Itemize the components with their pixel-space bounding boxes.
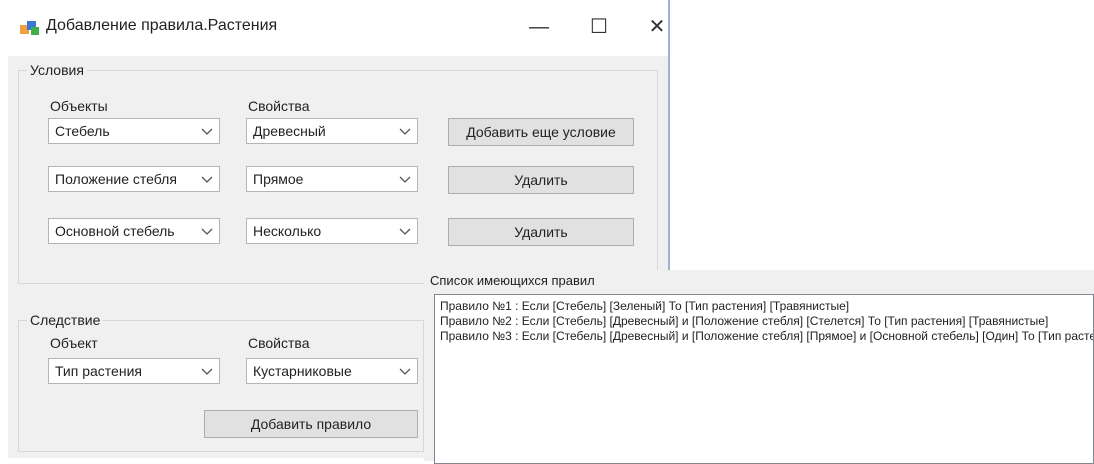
conditions-group-label: Условия bbox=[27, 62, 87, 78]
consequence-property-value: Кустарниковые bbox=[253, 363, 352, 379]
condition-property-select-2[interactable]: Прямое bbox=[246, 166, 418, 192]
close-button[interactable]: ✕ bbox=[634, 10, 680, 46]
maximize-icon: ☐ bbox=[590, 16, 608, 38]
window-edge bbox=[668, 0, 670, 270]
condition-property-value-1: Древесный bbox=[253, 123, 326, 139]
plant-app-icon bbox=[20, 21, 39, 35]
title-bar: Добавление правила.Растения — ☐ ✕ bbox=[8, 0, 668, 56]
delete-condition-button-2[interactable]: Удалить bbox=[448, 166, 634, 194]
objects-label: Объекты bbox=[50, 98, 108, 114]
condition-property-value-2: Прямое bbox=[253, 171, 304, 187]
window-title: Добавление правила.Растения bbox=[46, 17, 278, 34]
consequence-object-label: Объект bbox=[50, 335, 98, 351]
list-item[interactable]: Правило №2 : Если [Стебель] [Древесный] … bbox=[440, 314, 1048, 328]
maximize-button[interactable]: ☐ bbox=[576, 10, 622, 46]
rules-listbox[interactable]: Правило №1 : Если [Стебель] [Зеленый] То… bbox=[434, 294, 1094, 464]
condition-property-select-1[interactable]: Древесный bbox=[246, 118, 418, 144]
consequence-properties-label: Свойства bbox=[248, 335, 310, 351]
rules-panel-label: Список имеющихся правил bbox=[430, 273, 595, 288]
list-item[interactable]: Правило №1 : Если [Стебель] [Зеленый] То… bbox=[440, 299, 849, 313]
add-condition-button[interactable]: Добавить еще условие bbox=[448, 118, 634, 146]
delete-condition-button-3[interactable]: Удалить bbox=[448, 218, 634, 246]
condition-property-value-3: Несколько bbox=[253, 223, 322, 239]
close-icon: ✕ bbox=[648, 16, 666, 38]
condition-object-value-3: Основной стебель bbox=[55, 223, 175, 239]
consequence-object-select[interactable]: Тип растения bbox=[48, 358, 220, 384]
chevron-down-icon bbox=[201, 368, 213, 375]
condition-object-value-1: Стебель bbox=[55, 123, 110, 139]
chevron-down-icon bbox=[201, 228, 213, 235]
chevron-down-icon bbox=[399, 368, 411, 375]
properties-label: Свойства bbox=[248, 98, 310, 114]
rules-panel: Список имеющихся правил Правило №1 : Есл… bbox=[424, 270, 1094, 464]
consequence-group-label: Следствие bbox=[27, 312, 104, 328]
minimize-button[interactable]: — bbox=[516, 10, 562, 46]
chevron-down-icon bbox=[201, 176, 213, 183]
chevron-down-icon bbox=[399, 176, 411, 183]
condition-object-value-2: Положение стебля bbox=[55, 171, 177, 187]
chevron-down-icon bbox=[399, 128, 411, 135]
consequence-object-value: Тип растения bbox=[55, 363, 142, 379]
list-item[interactable]: Правило №3 : Если [Стебель] [Древесный] … bbox=[440, 329, 1093, 343]
condition-object-select-3[interactable]: Основной стебель bbox=[48, 218, 220, 244]
condition-object-select-1[interactable]: Стебель bbox=[48, 118, 220, 144]
condition-object-select-2[interactable]: Положение стебля bbox=[48, 166, 220, 192]
add-rule-button[interactable]: Добавить правило bbox=[204, 410, 418, 438]
chevron-down-icon bbox=[201, 128, 213, 135]
condition-property-select-3[interactable]: Несколько bbox=[246, 218, 418, 244]
consequence-property-select[interactable]: Кустарниковые bbox=[246, 358, 418, 384]
chevron-down-icon bbox=[399, 228, 411, 235]
minimize-icon: — bbox=[529, 16, 549, 38]
